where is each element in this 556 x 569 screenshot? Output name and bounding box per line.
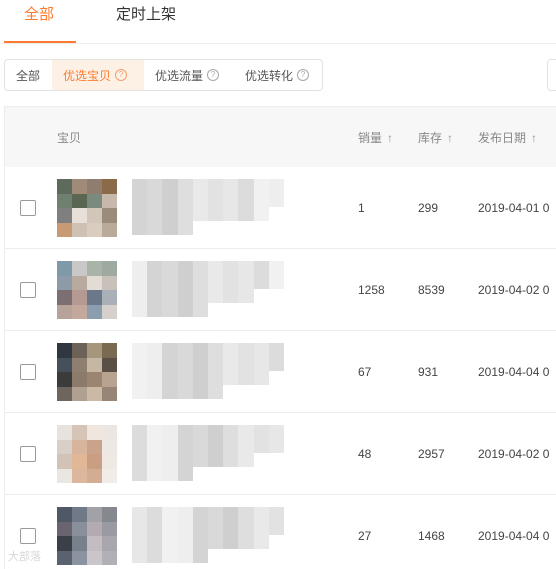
column-header-stock[interactable]: 库存 ↑ [418, 129, 453, 146]
product-thumbnail[interactable] [57, 261, 117, 319]
filter-all[interactable]: 全部 [5, 60, 52, 90]
filter-preferred-traffic-label: 优选流量 [155, 68, 204, 83]
table-row: 27 1468 2019-04-04 0 [5, 495, 556, 569]
filter-preferred-traffic[interactable]: 优选流量 ? [144, 60, 234, 90]
publish-date-value: 2019-04-02 0 [478, 283, 550, 297]
search-input[interactable] [547, 59, 556, 91]
sales-value: 48 [358, 447, 372, 461]
column-header-stock-label: 库存 [418, 131, 443, 145]
table-row: 48 2957 2019-04-02 0 [5, 413, 556, 495]
tab-all[interactable]: 全部 [24, 5, 54, 25]
column-header-date[interactable]: 发布日期 ↑ [478, 129, 537, 146]
stock-value: 2957 [418, 447, 445, 461]
sort-arrow-icon[interactable]: ↑ [387, 131, 393, 145]
product-table: 宝贝 销量 ↑ 库存 ↑ 发布日期 ↑ 1 299 2019-04-01 0 1258 [4, 106, 556, 569]
table-row: 67 931 2019-04-04 0 [5, 331, 556, 413]
stock-value: 8539 [418, 283, 445, 297]
table-row: 1258 8539 2019-04-02 0 [5, 249, 556, 331]
stock-value: 931 [418, 365, 439, 379]
product-title-pixelated[interactable] [132, 261, 284, 317]
sales-value: 1258 [358, 283, 385, 297]
product-thumbnail[interactable] [57, 425, 117, 483]
row-checkbox[interactable] [20, 282, 36, 298]
stock-value: 1468 [418, 529, 445, 543]
product-title-pixelated[interactable] [132, 343, 284, 399]
watermark-logo: 大部落 [8, 551, 41, 563]
product-thumbnail[interactable] [57, 507, 117, 565]
stock-value: 299 [418, 201, 439, 215]
table-row: 1 299 2019-04-01 0 [5, 167, 556, 249]
product-title-pixelated[interactable] [132, 179, 284, 235]
publish-date-value: 2019-04-04 0 [478, 365, 550, 379]
filter-preferred-conversion[interactable]: 优选转化 ? [234, 60, 322, 90]
filter-all-label: 全部 [16, 68, 41, 83]
filter-preferred-conversion-label: 优选转化 [245, 68, 294, 83]
table-header: 宝贝 销量 ↑ 库存 ↑ 发布日期 ↑ [5, 107, 556, 167]
product-title-pixelated[interactable] [132, 425, 284, 481]
row-checkbox[interactable] [20, 528, 36, 544]
filter-preferred-items[interactable]: 优选宝贝 ? [52, 60, 144, 90]
publish-date-value: 2019-04-01 0 [478, 201, 550, 215]
sort-arrow-icon[interactable]: ↑ [531, 131, 537, 145]
filter-segment: 全部 优选宝贝 ? 优选流量 ? 优选转化 ? [4, 59, 323, 91]
product-title-pixelated[interactable] [132, 507, 284, 563]
sort-arrow-icon[interactable]: ↑ [447, 131, 453, 145]
row-checkbox[interactable] [20, 446, 36, 462]
row-checkbox[interactable] [20, 200, 36, 216]
column-header-sales-label: 销量 [358, 131, 383, 145]
help-icon[interactable]: ? [115, 69, 128, 81]
sales-value: 67 [358, 365, 372, 379]
tab-scheduled-listing[interactable]: 定时上架 [116, 5, 176, 25]
sales-value: 27 [358, 529, 372, 543]
active-tab-indicator [4, 41, 76, 43]
row-checkbox[interactable] [20, 364, 36, 380]
publish-date-value: 2019-04-04 0 [478, 529, 550, 543]
filter-preferred-items-label: 优选宝贝 [63, 68, 112, 83]
top-tab-bar: 全部 定时上架 [0, 0, 556, 44]
help-icon[interactable]: ? [297, 69, 310, 81]
column-header-sales[interactable]: 销量 ↑ [358, 129, 393, 146]
product-thumbnail[interactable] [57, 343, 117, 401]
help-icon[interactable]: ? [207, 69, 220, 81]
product-thumbnail[interactable] [57, 179, 117, 237]
publish-date-value: 2019-04-02 0 [478, 447, 550, 461]
product-list-page: 全部 定时上架 全部 优选宝贝 ? 优选流量 ? 优选转化 ? 宝贝 销量 ↑ [0, 0, 556, 569]
column-header-date-label: 发布日期 [478, 131, 527, 145]
sales-value: 1 [358, 201, 365, 215]
column-header-item: 宝贝 [57, 131, 82, 145]
